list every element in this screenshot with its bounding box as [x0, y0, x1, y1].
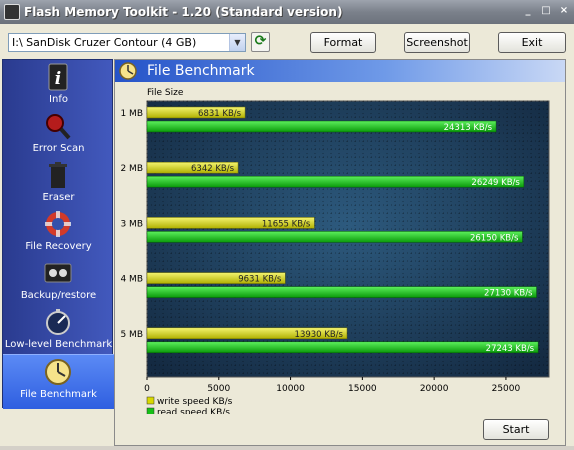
sidebar-item-label: Backup/restore [20, 290, 97, 301]
svg-text:i: i [55, 69, 61, 89]
close-button[interactable]: × [556, 4, 572, 19]
x-tick-label: 25000 [492, 384, 521, 394]
x-tick-label: 15000 [348, 384, 377, 394]
write-bar-label: 9631 KB/s [238, 275, 282, 285]
category-label: 3 MB [120, 219, 143, 229]
sidebar-item-label: Low-level Benchmark [4, 339, 113, 350]
sidebar-item-label: Eraser [42, 192, 75, 203]
write-bar-label: 6831 KB/s [198, 109, 242, 119]
read-bar [146, 175, 525, 188]
magnifier-icon [46, 114, 71, 140]
status-bar [0, 446, 574, 450]
read-bar [146, 231, 523, 243]
benchmark-chart: File Size 1 MB 6831 KB/s 24313 KB/s 2 MB 6342… [120, 88, 550, 414]
trash-icon [49, 162, 67, 188]
sidebar-item-info[interactable]: i Info [3, 60, 114, 109]
read-bar [146, 341, 539, 354]
maximize-button[interactable]: □ [538, 4, 554, 19]
title-bar: Flash Memory Toolkit - 1.20 (Standard ve… [0, 0, 574, 24]
sidebar-item-file-recovery[interactable]: File Recovery [3, 207, 114, 256]
sidebar-item-eraser[interactable]: Eraser [3, 158, 114, 207]
panel-header: File Benchmark [115, 60, 565, 82]
sidebar-item-low-level-benchmark[interactable]: Low-level Benchmark [3, 305, 114, 354]
sidebar-item-backup-restore[interactable]: Backup/restore [3, 256, 114, 305]
x-tick-label: 20000 [420, 384, 449, 394]
file-benchmark-panel: File Benchmark File Size 1 MB 6831 KB/s 243… [114, 59, 566, 446]
legend-swatch [146, 407, 155, 414]
category-label: 4 MB [120, 275, 143, 285]
lifebuoy-icon [45, 211, 71, 237]
legend-label: read speed KB/s [157, 408, 230, 414]
sidebar: i Info Error Scan Eraser File Recovery B… [2, 59, 114, 409]
format-button[interactable]: Format [310, 32, 376, 53]
read-bar-label: 26150 KB/s [470, 233, 519, 243]
device-select[interactable]: I:\ SanDisk Cruzer Contour (4 GB) ▼ [8, 33, 246, 52]
sidebar-item-label: Info [49, 94, 68, 105]
category-label: 5 MB [120, 330, 143, 340]
chevron-down-icon[interactable]: ▼ [229, 34, 245, 51]
read-bar-label: 26249 KB/s [471, 178, 520, 188]
legend-swatch [146, 396, 155, 405]
sidebar-item-label: File Benchmark [20, 389, 97, 400]
device-select-value: I:\ SanDisk Cruzer Contour (4 GB) [12, 36, 197, 49]
read-bar-label: 27130 KB/s [484, 289, 533, 299]
write-bar-label: 6342 KB/s [191, 164, 235, 174]
app-icon [4, 4, 20, 20]
info-icon: i [48, 63, 68, 91]
read-bar [146, 286, 537, 298]
sidebar-item-label: Error Scan [32, 143, 85, 154]
write-bar-label: 13930 KB/s [295, 330, 344, 340]
category-label: 1 MB [120, 109, 143, 119]
legend-label: write speed KB/s [157, 397, 233, 407]
tape-icon [44, 263, 72, 283]
sidebar-item-label: File Recovery [25, 241, 92, 252]
clock-icon [119, 62, 137, 80]
x-tick-label: 0 [144, 384, 150, 394]
minimize-button[interactable]: _ [520, 4, 536, 19]
sidebar-item-error-scan[interactable]: Error Scan [3, 109, 114, 158]
clock-icon [45, 359, 71, 385]
exit-button[interactable]: Exit [498, 32, 566, 53]
window-title: Flash Memory Toolkit - 1.20 (Standard ve… [24, 5, 343, 19]
read-bar-label: 24313 KB/s [444, 123, 493, 133]
write-bar-label: 11655 KB/s [262, 219, 311, 229]
read-bar-label: 27243 KB/s [486, 344, 535, 354]
panel-title: File Benchmark [147, 63, 255, 79]
start-button[interactable]: Start [483, 419, 549, 440]
toolbar: I:\ SanDisk Cruzer Contour (4 GB) ▼ ⟳ Fo… [0, 24, 574, 58]
refresh-icon: ⟳ [254, 33, 267, 49]
sidebar-item-file-benchmark[interactable]: File Benchmark [3, 354, 114, 409]
refresh-button[interactable]: ⟳ [251, 32, 270, 52]
y-axis-title: File Size [147, 88, 184, 98]
screenshot-button[interactable]: Screenshot [404, 32, 470, 53]
stopwatch-icon [46, 309, 70, 335]
category-label: 2 MB [120, 164, 143, 174]
x-tick-label: 5000 [207, 384, 230, 394]
x-tick-label: 10000 [276, 384, 305, 394]
